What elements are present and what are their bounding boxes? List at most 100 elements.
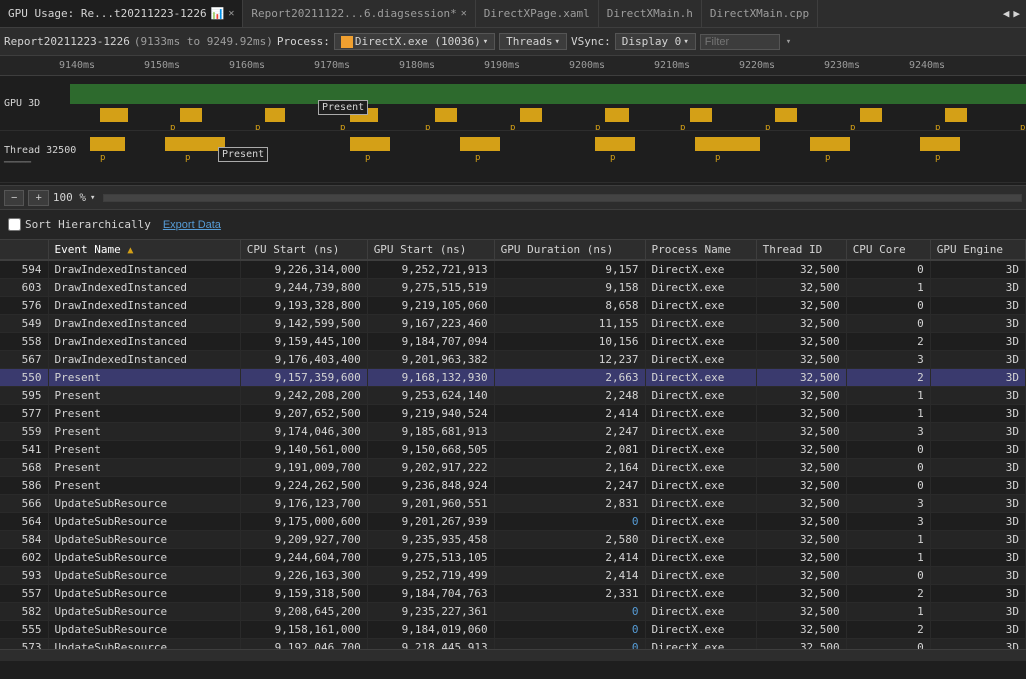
table-row[interactable]: 541 Present 9,140,561,000 9,150,668,505 … — [0, 441, 1026, 459]
cell-thread: 32,500 — [756, 639, 846, 650]
cell-gpu-duration: 2,247 — [494, 477, 645, 495]
thread-track[interactable]: p p p p p p p p p Present — [70, 131, 1026, 182]
timeline-scrollbar-thumb[interactable] — [104, 195, 1021, 201]
cell-cpu-start: 9,209,927,700 — [240, 531, 367, 549]
export-data-button[interactable]: Export Data — [163, 219, 221, 231]
p-marker-9: p — [850, 123, 855, 130]
cell-cpu-start: 9,244,739,800 — [240, 279, 367, 297]
table-header: Event Name ▲ CPU Start (ns) GPU Start (n… — [0, 240, 1026, 260]
col-gpu-duration[interactable]: GPU Duration (ns) — [494, 240, 645, 260]
cell-event: DrawIndexedInstanced — [48, 351, 240, 369]
display-dropdown[interactable]: Display 0 ▾ — [615, 33, 696, 50]
cell-cpu-start: 9,244,604,700 — [240, 549, 367, 567]
process-chevron-icon: ▾ — [483, 37, 488, 47]
p-marker-2: p — [255, 123, 260, 130]
table-row[interactable]: 550 Present 9,157,359,600 9,168,132,930 … — [0, 369, 1026, 387]
process-dropdown[interactable]: DirectX.exe (10036) ▾ — [334, 33, 495, 50]
cell-gpu-duration: 2,248 — [494, 387, 645, 405]
table-row[interactable]: 595 Present 9,242,208,200 9,253,624,140 … — [0, 387, 1026, 405]
threads-dropdown[interactable]: Threads ▾ — [499, 33, 567, 50]
cell-gpu-start: 9,235,935,458 — [367, 531, 494, 549]
table-row[interactable]: 557 UpdateSubResource 9,159,318,500 9,18… — [0, 585, 1026, 603]
cell-event: Present — [48, 369, 240, 387]
cell-gpu-duration: 9,157 — [494, 260, 645, 279]
table-row[interactable]: 558 DrawIndexedInstanced 9,159,445,100 9… — [0, 333, 1026, 351]
filter-input[interactable] — [700, 34, 780, 50]
cell-gpu-duration: 2,247 — [494, 423, 645, 441]
table-row[interactable]: 584 UpdateSubResource 9,209,927,700 9,23… — [0, 531, 1026, 549]
gpu-yellow-1 — [100, 108, 128, 122]
table-row[interactable]: 576 DrawIndexedInstanced 9,193,328,800 9… — [0, 297, 1026, 315]
tab-report-close[interactable]: ✕ — [461, 8, 467, 19]
tab-bar: GPU Usage: Re...t20211223-1226 📊 ✕ Repor… — [0, 0, 1026, 28]
col-cpu-core[interactable]: CPU Core — [846, 240, 930, 260]
cell-gpu-start: 9,168,132,930 — [367, 369, 494, 387]
tab-scroll-right[interactable]: ▶ — [1013, 7, 1020, 20]
table-row[interactable]: 593 UpdateSubResource 9,226,163,300 9,25… — [0, 567, 1026, 585]
col-cpu-start[interactable]: CPU Start (ns) — [240, 240, 367, 260]
cell-gpu-start: 9,235,227,361 — [367, 603, 494, 621]
gpu-bg-bar — [70, 84, 1026, 104]
table-row[interactable]: 603 DrawIndexedInstanced 9,244,739,800 9… — [0, 279, 1026, 297]
tab-directx-main-h[interactable]: DirectXMain.h — [599, 0, 702, 27]
table-row[interactable]: 573 UpdateSubResource 9,192,046,700 9,21… — [0, 639, 1026, 650]
col-thread-id[interactable]: Thread ID — [756, 240, 846, 260]
cell-process: DirectX.exe — [645, 549, 756, 567]
cell-gpu-start: 9,150,668,505 — [367, 441, 494, 459]
timeline-scrollbar[interactable] — [103, 194, 1022, 202]
table-row[interactable]: 564 UpdateSubResource 9,175,000,600 9,20… — [0, 513, 1026, 531]
tab-directx-main-cpp[interactable]: DirectXMain.cpp — [702, 0, 818, 27]
table-row[interactable]: 555 UpdateSubResource 9,158,161,000 9,18… — [0, 621, 1026, 639]
cell-process: DirectX.exe — [645, 459, 756, 477]
cell-cpu-core: 3 — [846, 351, 930, 369]
table-row[interactable]: 568 Present 9,191,009,700 9,202,917,222 … — [0, 459, 1026, 477]
ruler-tick-8: 9220ms — [739, 60, 775, 71]
col-event-name[interactable]: Event Name ▲ — [48, 240, 240, 260]
cell-gpu-engine: 3D — [930, 495, 1025, 513]
thread-label-line1: Thread 32500 — [4, 145, 70, 156]
cell-gpu-duration: 0 — [494, 603, 645, 621]
tab-directx-main-h-label: DirectXMain.h — [607, 7, 693, 20]
cell-thread: 32,500 — [756, 621, 846, 639]
table-row[interactable]: 594 DrawIndexedInstanced 9,226,314,000 9… — [0, 260, 1026, 279]
cell-gpu-engine: 3D — [930, 315, 1025, 333]
sort-hierarchically-checkbox[interactable] — [8, 218, 21, 231]
tab-scroll-left[interactable]: ◀ — [1003, 7, 1010, 20]
cell-gpu-engine: 3D — [930, 441, 1025, 459]
cell-cpu-core: 1 — [846, 531, 930, 549]
col-gpu-start[interactable]: GPU Start (ns) — [367, 240, 494, 260]
table-row[interactable]: 586 Present 9,224,262,500 9,236,848,924 … — [0, 477, 1026, 495]
cell-event: Present — [48, 387, 240, 405]
sort-hierarchically-label[interactable]: Sort Hierarchically — [8, 218, 151, 231]
table-row[interactable]: 582 UpdateSubResource 9,208,645,200 9,23… — [0, 603, 1026, 621]
table-row[interactable]: 577 Present 9,207,652,500 9,219,940,524 … — [0, 405, 1026, 423]
tab-gpu-usage[interactable]: GPU Usage: Re...t20211223-1226 📊 ✕ — [0, 0, 243, 27]
cell-thread: 32,500 — [756, 603, 846, 621]
tab-report[interactable]: Report20211122...6.diagsession* ✕ — [243, 0, 475, 27]
zoom-in-button[interactable]: + — [28, 190, 48, 206]
thread-yellow-2 — [165, 137, 225, 151]
cell-cpu-start: 9,159,445,100 — [240, 333, 367, 351]
tab-directx-page[interactable]: DirectXPage.xaml — [476, 0, 599, 27]
gpu-track[interactable]: p p p p p p p p p p p Present — [70, 76, 1026, 130]
col-process-name[interactable]: Process Name — [645, 240, 756, 260]
col-gpu-engine[interactable]: GPU Engine — [930, 240, 1025, 260]
cell-process: DirectX.exe — [645, 351, 756, 369]
cell-gpu-start: 9,275,513,105 — [367, 549, 494, 567]
table-row[interactable]: 549 DrawIndexedInstanced 9,142,599,500 9… — [0, 315, 1026, 333]
data-area: Sort Hierarchically Export Data Event Na… — [0, 210, 1026, 649]
table-row[interactable]: 602 UpdateSubResource 9,244,604,700 9,27… — [0, 549, 1026, 567]
table-wrapper[interactable]: Event Name ▲ CPU Start (ns) GPU Start (n… — [0, 240, 1026, 649]
cell-num: 577 — [0, 405, 48, 423]
table-row[interactable]: 559 Present 9,174,046,300 9,185,681,913 … — [0, 423, 1026, 441]
cell-gpu-duration: 9,158 — [494, 279, 645, 297]
zoom-out-button[interactable]: − — [4, 190, 24, 206]
table-row[interactable]: 567 DrawIndexedInstanced 9,176,403,400 9… — [0, 351, 1026, 369]
table-row[interactable]: 566 UpdateSubResource 9,176,123,700 9,20… — [0, 495, 1026, 513]
cell-thread: 32,500 — [756, 441, 846, 459]
thread-row[interactable]: Thread 32500 ───── p p p p p p p p p Pre — [0, 131, 1026, 183]
tab-gpu-usage-close[interactable]: ✕ — [228, 8, 234, 19]
cell-gpu-engine: 3D — [930, 423, 1025, 441]
gpu-3d-row[interactable]: GPU 3D p p p p p p p p p — [0, 76, 1026, 131]
bottom-scrollbar[interactable] — [0, 649, 1026, 661]
